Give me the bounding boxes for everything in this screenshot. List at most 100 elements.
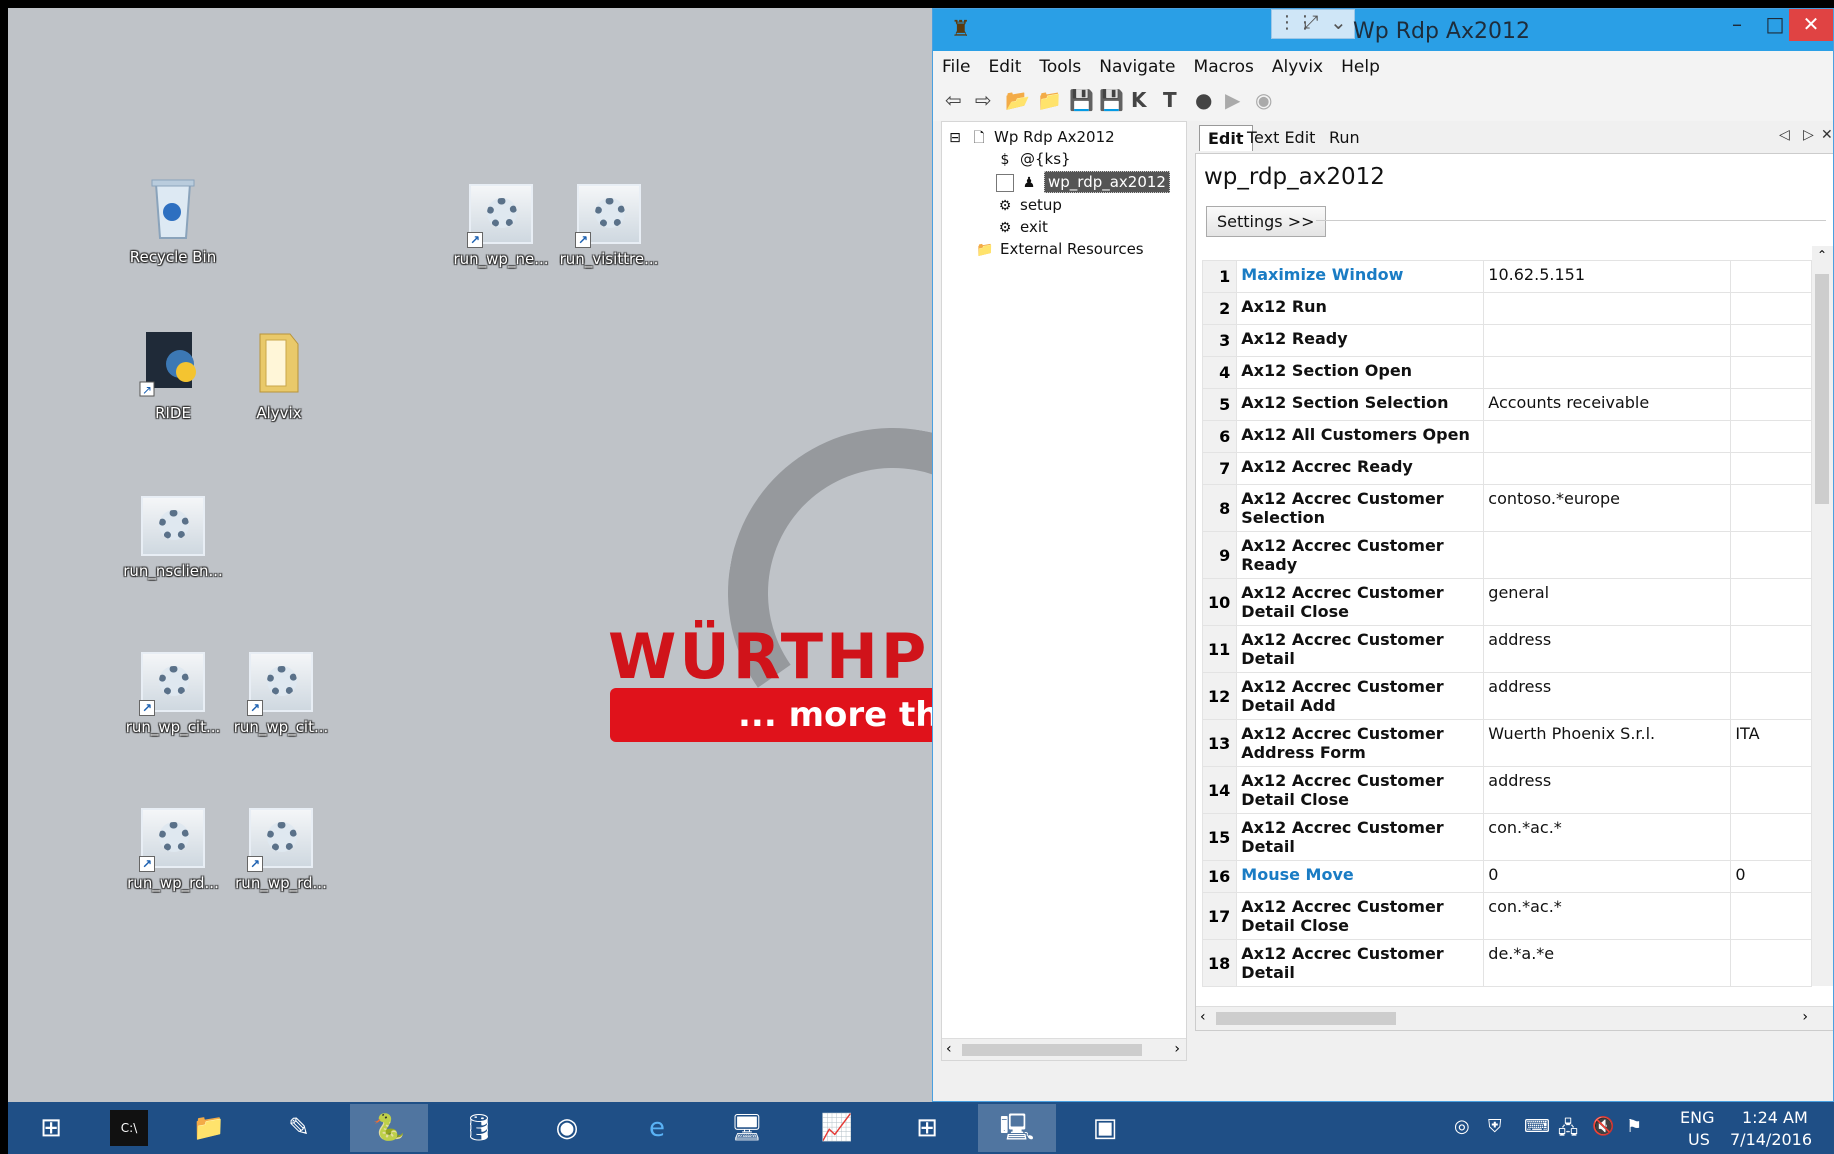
tree-item-setup[interactable]: ⚙ setup: [996, 196, 1062, 215]
step-argument-2[interactable]: [1730, 813, 1812, 861]
settings-button[interactable]: Settings >>: [1206, 206, 1326, 237]
desktop-icon-run-nsclien[interactable]: run_nsclien...: [118, 492, 228, 580]
step-keyword[interactable]: Ax12 Accrec Customer Detail Add: [1236, 672, 1485, 720]
step-argument-2[interactable]: [1730, 356, 1812, 389]
save-all-icon[interactable]: 💾: [1099, 88, 1124, 112]
step-argument-1[interactable]: [1483, 356, 1732, 389]
step-keyword[interactable]: Ax12 Accrec Customer Detail Close: [1236, 766, 1485, 814]
scrollbar-thumb[interactable]: [962, 1044, 1142, 1056]
step-argument-1[interactable]: con.*ac.*: [1483, 813, 1732, 861]
clock-time[interactable]: 1:24 AM: [1742, 1108, 1808, 1127]
step-argument-1[interactable]: Wuerth Phoenix S.r.l.: [1483, 719, 1732, 767]
step-argument-1[interactable]: [1483, 292, 1732, 325]
keyboard-icon[interactable]: ⌨: [1524, 1116, 1550, 1137]
tab-run[interactable]: Run: [1321, 125, 1368, 150]
step-row[interactable]: 6 Ax12 All Customers Open: [1201, 420, 1812, 453]
step-argument-1[interactable]: address: [1483, 766, 1732, 814]
tree-item-testcase[interactable]: ♟ wp_rdp_ax2012: [996, 171, 1170, 193]
desktop-icon-run-visittre[interactable]: ↗ run_visittre...: [554, 180, 664, 268]
tree-item-external-resources[interactable]: 📁 External Resources: [976, 240, 1143, 259]
scrollbar-thumb[interactable]: [1815, 274, 1829, 504]
tree-item-exit[interactable]: ⚙ exit: [996, 218, 1048, 237]
step-argument-2[interactable]: [1730, 452, 1812, 485]
taskbar-ie[interactable]: e: [618, 1104, 696, 1152]
step-row[interactable]: 17 Ax12 Accrec Customer Detail Close con.*…: [1201, 892, 1812, 940]
tree-item-variable[interactable]: $ @{ks}: [996, 150, 1071, 169]
step-keyword[interactable]: Ax12 All Customers Open: [1236, 420, 1485, 453]
folder-icon[interactable]: 📁: [1037, 88, 1062, 112]
step-keyword[interactable]: Ax12 Accrec Customer Address Form: [1236, 719, 1485, 767]
step-argument-2[interactable]: [1730, 420, 1812, 453]
tab-scroll-left-icon[interactable]: ◁: [1779, 127, 1790, 143]
step-keyword[interactable]: Ax12 Section Open: [1236, 356, 1485, 389]
step-argument-1[interactable]: [1483, 420, 1732, 453]
step-argument-2[interactable]: [1730, 892, 1812, 940]
step-keyword[interactable]: Ax12 Section Selection: [1236, 388, 1485, 421]
step-row[interactable]: 16 Mouse Move 0 0: [1201, 860, 1812, 893]
step-keyword[interactable]: Ax12 Ready: [1236, 324, 1485, 357]
step-row[interactable]: 9 Ax12 Accrec Customer Ready: [1201, 531, 1812, 579]
step-keyword[interactable]: Ax12 Accrec Ready: [1236, 452, 1485, 485]
step-argument-2[interactable]: [1730, 388, 1812, 421]
scroll-right-icon[interactable]: ›: [1174, 1041, 1180, 1057]
step-keyword[interactable]: Ax12 Accrec Customer Detail: [1236, 625, 1485, 673]
step-argument-2[interactable]: [1730, 578, 1812, 626]
network-tray-icon[interactable]: 🖧: [1558, 1116, 1578, 1146]
menu-tools[interactable]: Tools: [1030, 51, 1090, 83]
scroll-left-icon[interactable]: ‹: [946, 1041, 952, 1057]
step-argument-1[interactable]: address: [1483, 625, 1732, 673]
taskbar-chrome[interactable]: ◉: [528, 1104, 606, 1152]
step-keyword[interactable]: Ax12 Run: [1236, 292, 1485, 325]
step-argument-2[interactable]: [1730, 484, 1812, 532]
desktop-icon-ride[interactable]: ↗ RIDE: [118, 328, 228, 422]
step-argument-1[interactable]: contoso.*europe: [1483, 484, 1732, 532]
alyvix-icon[interactable]: ●: [1195, 88, 1212, 112]
menu-macros[interactable]: Macros: [1185, 51, 1263, 83]
step-keyword[interactable]: Ax12 Accrec Customer Ready: [1236, 531, 1485, 579]
rdp-connection-bar[interactable]: ⋮⋮ ⤢ ⌄: [1271, 9, 1355, 39]
menu-file[interactable]: File: [933, 51, 979, 83]
desktop-icon-run-wp-cit-2[interactable]: ↗ run_wp_cit...: [226, 648, 336, 736]
collapse-icon[interactable]: ⊟: [946, 129, 964, 147]
step-argument-2[interactable]: [1730, 531, 1812, 579]
step-keyword[interactable]: Ax12 Accrec Customer Detail Close: [1236, 892, 1485, 940]
step-keyword[interactable]: Maximize Window: [1236, 260, 1485, 293]
step-row[interactable]: 1 Maximize Window 10.62.5.151: [1201, 260, 1812, 293]
flag-icon[interactable]: ⚑: [1626, 1116, 1642, 1137]
back-arrow-icon[interactable]: ⇦: [945, 88, 962, 112]
step-argument-2[interactable]: [1730, 260, 1812, 293]
step-argument-1[interactable]: con.*ac.*: [1483, 892, 1732, 940]
step-argument-2[interactable]: 0: [1730, 860, 1812, 893]
step-row[interactable]: 18 Ax12 Accrec Customer Detail de.*a.*e: [1201, 939, 1812, 987]
step-argument-1[interactable]: Accounts receivable: [1483, 388, 1732, 421]
step-row[interactable]: 14 Ax12 Accrec Customer Detail Close addre…: [1201, 766, 1812, 814]
step-argument-1[interactable]: 10.62.5.151: [1483, 260, 1732, 293]
step-row[interactable]: 8 Ax12 Accrec Customer Selection contoso.*…: [1201, 484, 1812, 532]
step-row[interactable]: 7 Ax12 Accrec Ready: [1201, 452, 1812, 485]
desktop-icon-run-wp-rd-2[interactable]: ↗ run_wp_rd...: [226, 804, 336, 892]
step-argument-1[interactable]: [1483, 452, 1732, 485]
clock-date[interactable]: 7/14/2016: [1730, 1130, 1812, 1149]
tab-close-icon[interactable]: ✕: [1821, 127, 1833, 143]
tree-root[interactable]: ⊟ 🗋 Wp Rdp Ax2012: [946, 128, 1115, 147]
step-argument-2[interactable]: [1730, 766, 1812, 814]
step-keyword[interactable]: Ax12 Accrec Customer Selection: [1236, 484, 1485, 532]
step-row[interactable]: 10 Ax12 Accrec Customer Detail Close gener…: [1201, 578, 1812, 626]
step-keyword[interactable]: Ax12 Accrec Customer Detail Close: [1236, 578, 1485, 626]
tab-scroll-right-icon[interactable]: ▷: [1803, 127, 1814, 143]
chevron-down-icon[interactable]: ⌄: [1330, 10, 1347, 34]
title-bar[interactable]: ♜ ⋮⋮ ⤢ ⌄ Wp Rdp Ax2012 – □ ✕: [933, 9, 1833, 51]
step-argument-2[interactable]: [1730, 939, 1812, 987]
step-row[interactable]: 15 Ax12 Accrec Customer Detail con.*ac.*: [1201, 813, 1812, 861]
taskbar-rdp[interactable]: 🖥: [708, 1104, 786, 1152]
step-argument-1[interactable]: [1483, 531, 1732, 579]
stop-icon[interactable]: ◉: [1255, 88, 1272, 112]
keyword-icon[interactable]: K: [1131, 88, 1147, 112]
taskbar-database[interactable]: 🛢: [440, 1104, 518, 1152]
step-argument-1[interactable]: address: [1483, 672, 1732, 720]
close-button[interactable]: ✕: [1789, 9, 1833, 41]
taskbar-monitor[interactable]: 📈: [798, 1104, 876, 1152]
skype-icon[interactable]: ◎: [1454, 1116, 1470, 1137]
taskbar-cmd[interactable]: C:\: [90, 1104, 168, 1152]
step-argument-2[interactable]: ITA: [1730, 719, 1812, 767]
